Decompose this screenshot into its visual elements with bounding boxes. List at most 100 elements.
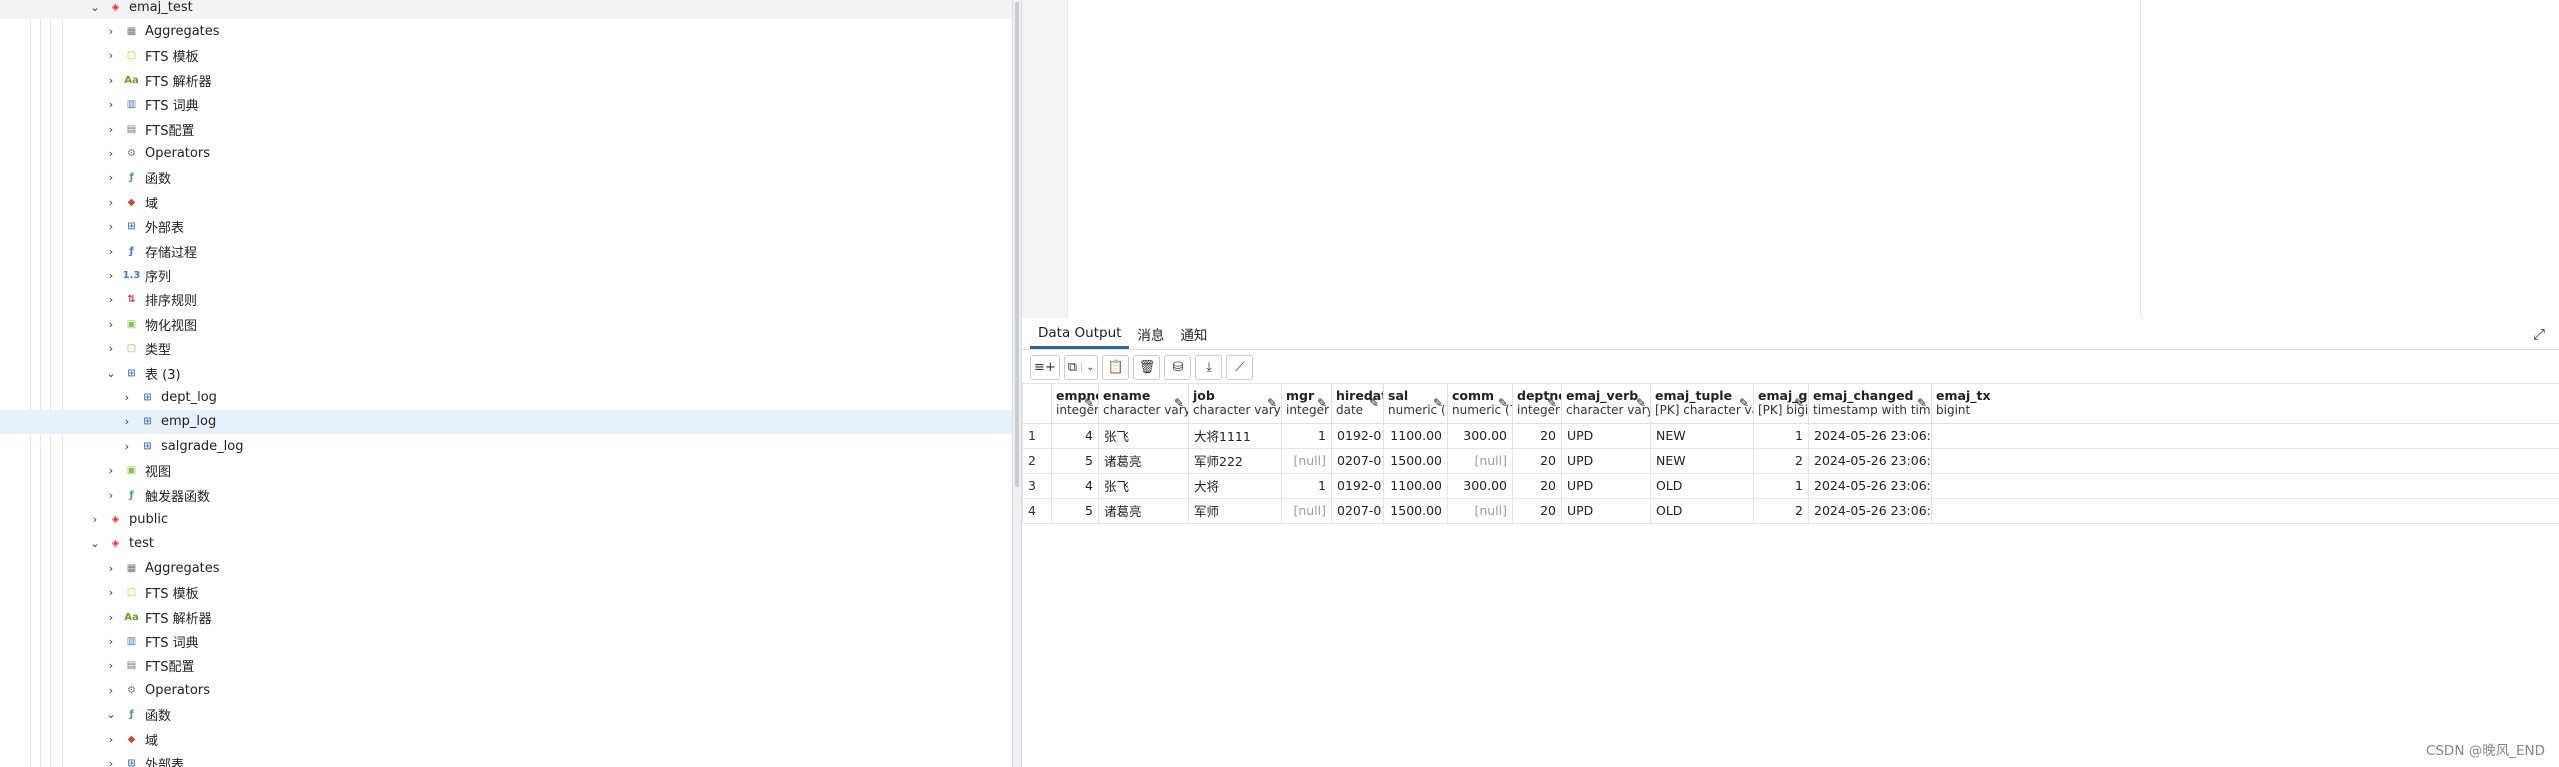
grid-cell[interactable]: NEW	[1650, 447, 1754, 474]
chevron-right-icon[interactable]: ›	[104, 561, 118, 575]
tree-item[interactable]: › Aa FTS 解析器	[0, 68, 1012, 92]
grid-cell[interactable]: 0192-01-01	[1331, 472, 1384, 499]
copy-button[interactable]: ⧉ ⌄	[1063, 355, 1099, 380]
grid-cell[interactable]: 300.00	[1447, 472, 1513, 499]
table-row[interactable]: 34张飞大将10192-01-011100.00300.0020UPDOLD12…	[1022, 472, 2559, 499]
panel-splitter[interactable]	[1012, 0, 1022, 767]
grid-cell[interactable]: 大将	[1188, 472, 1282, 499]
column-header[interactable]: deptnointeger✎	[1512, 384, 1562, 424]
grid-cell[interactable]: UPD	[1561, 497, 1651, 524]
table-row[interactable]: 25诸葛亮军师222[null]0207-01-011500.00[null]2…	[1022, 447, 2559, 474]
sql-editor[interactable]	[1022, 0, 2559, 318]
graph-button[interactable]: ⟋	[1226, 355, 1254, 380]
chevron-right-icon[interactable]: ›	[104, 268, 118, 282]
grid-cell[interactable]: 2	[1753, 447, 1809, 474]
edit-column-icon[interactable]: ✎	[1636, 396, 1646, 410]
chevron-right-icon[interactable]: ›	[104, 756, 118, 767]
tree-item[interactable]: › ▢ FTS 模板	[0, 581, 1012, 605]
chevron-right-icon[interactable]: ›	[104, 342, 118, 356]
chevron-right-icon[interactable]: ›	[104, 634, 118, 648]
grid-cell[interactable]: [null]	[1447, 497, 1513, 524]
paste-button[interactable]: 📋	[1102, 355, 1130, 380]
chevron-down-icon[interactable]: ⌄	[88, 537, 102, 551]
grid-cell[interactable]: 5	[1051, 497, 1099, 524]
tree-item[interactable]: ⌄ ◈ emaj_test	[0, 0, 1012, 19]
tree-item[interactable]: › ƒ 存储过程	[0, 239, 1012, 263]
tree-item[interactable]: › ⇅ 排序规则	[0, 288, 1012, 312]
tree-item[interactable]: › ⚙ Operators	[0, 678, 1012, 702]
tree-item[interactable]: › ▥ FTS 词典	[0, 93, 1012, 117]
tree-item[interactable]: ⌄ ◈ test	[0, 532, 1012, 556]
edit-column-icon[interactable]: ✎	[1498, 396, 1508, 410]
grid-cell[interactable]: UPD	[1561, 447, 1651, 474]
tree-item[interactable]: › ⚙ Operators	[0, 141, 1012, 165]
grid-cell[interactable]: 20	[1512, 422, 1562, 449]
tree-item[interactable]: › ▣ 物化视图	[0, 312, 1012, 336]
row-number[interactable]: 4	[1022, 497, 1052, 524]
grid-cell[interactable]: NEW	[1650, 422, 1754, 449]
grid-cell[interactable]: 20	[1512, 497, 1562, 524]
tree-item[interactable]: › ⊞ 外部表	[0, 215, 1012, 239]
edit-column-icon[interactable]: ✎	[1369, 396, 1379, 410]
chevron-right-icon[interactable]: ›	[104, 610, 118, 624]
edit-column-icon[interactable]: ✎	[1317, 396, 1327, 410]
grid-cell[interactable]: 1100.00	[1383, 422, 1448, 449]
tree-item[interactable]: ⌄ ƒ 函数	[0, 703, 1012, 727]
tab-2[interactable]: 通知	[1172, 319, 1215, 349]
tree-item[interactable]: › ▦ Aggregates	[0, 19, 1012, 43]
grid-cell[interactable]: 2	[1753, 497, 1809, 524]
chevron-right-icon[interactable]: ›	[104, 244, 118, 258]
tree-item[interactable]: › ▤ FTS配置	[0, 654, 1012, 678]
download-button[interactable]: ⤓	[1195, 355, 1223, 380]
edit-column-icon[interactable]: ✎	[1739, 396, 1749, 410]
column-header[interactable]: emaj_changedtimestamp with time zone✎	[1808, 384, 1932, 424]
grid-cell[interactable]: 4	[1051, 472, 1099, 499]
grid-cell[interactable]: 军师	[1188, 497, 1282, 524]
tree-item[interactable]: › ▦ Aggregates	[0, 556, 1012, 580]
chevron-down-icon[interactable]: ⌄	[104, 366, 118, 380]
chevron-right-icon[interactable]: ›	[104, 73, 118, 87]
edit-column-icon[interactable]: ✎	[1433, 396, 1443, 410]
tree-item[interactable]: › ⊞ 外部表	[0, 751, 1012, 767]
grid-cell[interactable]	[1931, 422, 2559, 449]
tree-item[interactable]: › ▢ 类型	[0, 337, 1012, 361]
table-row[interactable]: 45诸葛亮军师[null]0207-01-011500.00[null]20UP…	[1022, 497, 2559, 524]
chevron-right-icon[interactable]: ›	[104, 122, 118, 136]
tree-item[interactable]: › ▣ 视图	[0, 459, 1012, 483]
grid-cell[interactable]: 大将1111	[1188, 422, 1282, 449]
chevron-right-icon[interactable]: ›	[104, 171, 118, 185]
grid-cell[interactable]	[1931, 447, 2559, 474]
chevron-right-icon[interactable]: ›	[104, 586, 118, 600]
grid-cell[interactable]: 诸葛亮	[1098, 447, 1189, 474]
grid-cell[interactable]: OLD	[1650, 472, 1754, 499]
chevron-right-icon[interactable]: ›	[104, 464, 118, 478]
grid-cell[interactable]: OLD	[1650, 497, 1754, 524]
row-number[interactable]: 2	[1022, 447, 1052, 474]
add-row-button[interactable]: ≡+	[1030, 355, 1060, 380]
column-header[interactable]: commnumeric (7,2)✎	[1447, 384, 1513, 424]
column-header[interactable]: mgr integer ✎	[1281, 384, 1332, 424]
grid-cell[interactable]: UPD	[1561, 472, 1651, 499]
tree-scrollbar-thumb[interactable]	[1015, 2, 1019, 487]
chevron-right-icon[interactable]: ›	[104, 24, 118, 38]
grid-cell[interactable]: 2024-05-26 23:06:07.477573+08	[1808, 422, 1932, 449]
tree-item[interactable]: ⌄ ⊞ 表 (3)	[0, 361, 1012, 385]
tab-1[interactable]: 消息	[1129, 319, 1172, 349]
grid-cell[interactable]: 1	[1753, 472, 1809, 499]
chevron-right-icon[interactable]: ›	[120, 415, 134, 429]
edit-column-icon[interactable]: ✎	[1084, 396, 1094, 410]
tab-0[interactable]: Data Output	[1030, 319, 1130, 349]
edit-column-icon[interactable]: ✎	[1917, 396, 1927, 410]
chevron-right-icon[interactable]: ›	[120, 390, 134, 404]
column-header[interactable]: hiredatedate✎	[1331, 384, 1384, 424]
tree-item[interactable]: › ▤ FTS配置	[0, 117, 1012, 141]
chevron-down-icon[interactable]: ⌄	[1081, 362, 1094, 373]
column-header[interactable]: emaj_tx bigint	[1931, 384, 2559, 424]
chevron-right-icon[interactable]: ›	[104, 293, 118, 307]
column-header[interactable]: emaj_verbcharacter varying (3)✎	[1561, 384, 1651, 424]
column-header[interactable]: emaj_tuple[PK] character varying (3)✎	[1650, 384, 1754, 424]
grid-cell[interactable]: 0207-01-01	[1331, 447, 1384, 474]
tree-item[interactable]: › 1.3 序列	[0, 263, 1012, 287]
column-header[interactable]: salnumeric (7,2)✎	[1383, 384, 1448, 424]
tree-item[interactable]: › ⊞ emp_log	[0, 409, 1012, 434]
